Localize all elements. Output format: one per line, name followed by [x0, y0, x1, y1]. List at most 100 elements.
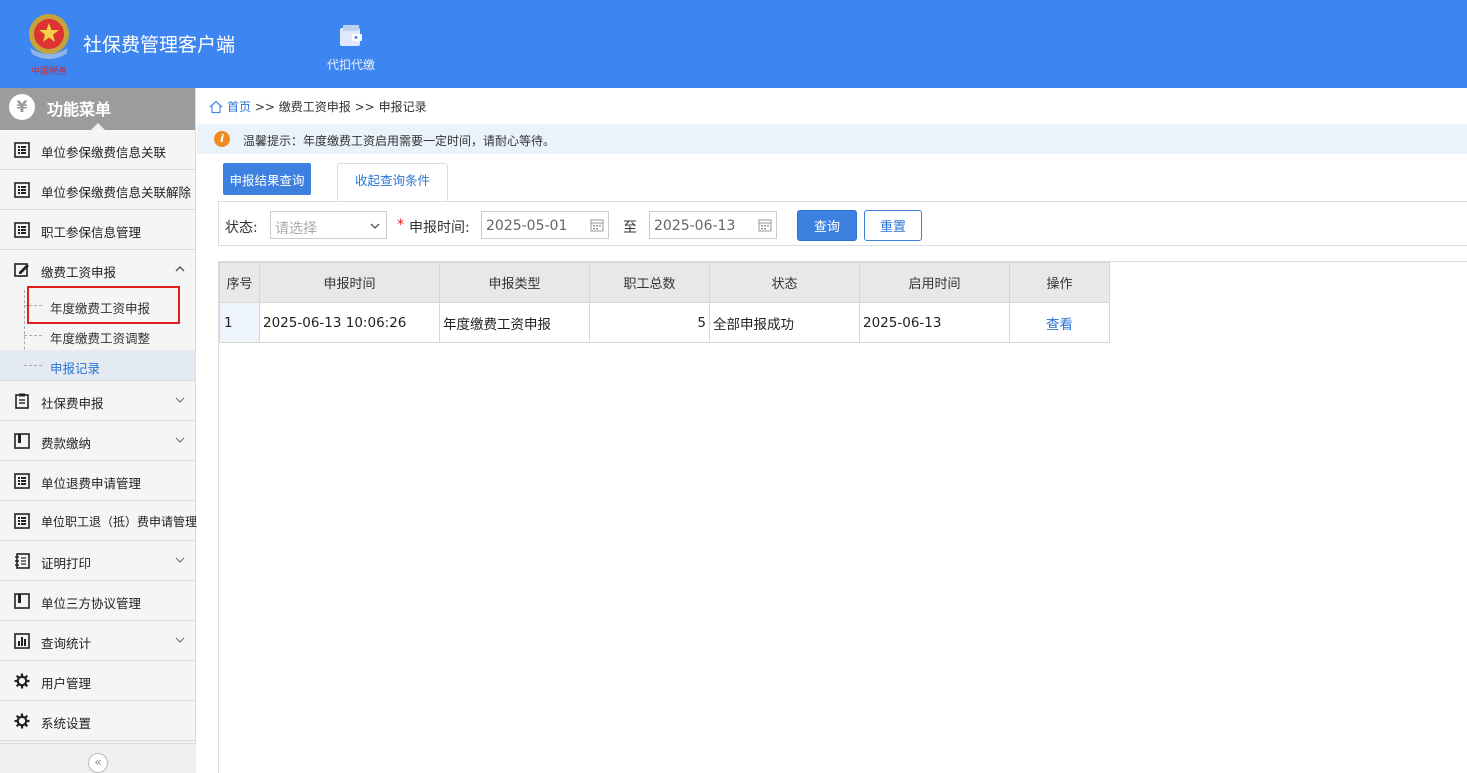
date-from-value: 2025-05-01 — [486, 218, 568, 234]
sidebar-item-label: 职工参保信息管理 — [41, 225, 142, 240]
list-icon — [14, 142, 30, 158]
status-select[interactable]: 请选择 — [270, 211, 387, 239]
yen-icon: ¥ — [9, 94, 35, 120]
sidebar-item-unit-link[interactable]: 单位参保缴费信息关联 — [0, 130, 195, 170]
breadcrumb-level2: 申报记录 — [378, 100, 427, 114]
column-header-action: 操作 — [1009, 262, 1110, 303]
list-icon — [14, 513, 30, 529]
breadcrumb-separator: >> — [254, 100, 275, 114]
nav-withholding[interactable]: 代扣代缴 — [318, 22, 384, 73]
chevron-down-icon — [175, 637, 185, 643]
sidebar-item-social-security-declaration[interactable]: 社保费申报 — [0, 381, 195, 421]
sidebar: ¥ 功能菜单 单位参保缴费信息关联 单位参保缴费信息关联解除 职工参保信息管理 … — [0, 88, 198, 773]
sidebar-item-unit-refund[interactable]: 单位退费申请管理 — [0, 461, 195, 501]
sidebar-item-label: 费款缴纳 — [41, 436, 92, 451]
tree-dash — [24, 335, 42, 336]
sidebar-item-label: 缴费工资申报 — [41, 265, 117, 280]
subitem-label: 年度缴费工资调整 — [50, 331, 151, 346]
subitem-annual-wage-adjustment[interactable]: 年度缴费工资调整 — [0, 320, 195, 350]
sidebar-item-system-settings[interactable]: 系统设置 — [0, 701, 195, 741]
wallet-icon — [340, 25, 362, 46]
list-icon — [14, 473, 30, 489]
view-link[interactable]: 查看 — [1046, 317, 1073, 333]
chart-icon — [14, 633, 30, 649]
sidebar-item-query-statistics[interactable]: 查询统计 — [0, 621, 195, 661]
calendar-icon[interactable] — [758, 218, 772, 232]
required-mark: * — [397, 217, 404, 233]
cell-start-time: 2025-06-13 — [859, 302, 1010, 343]
clipboard-icon — [15, 393, 29, 409]
column-header-type[interactable]: 申报类型 — [439, 262, 590, 303]
cell-status: 全部申报成功 — [709, 302, 860, 343]
sidebar-item-label: 单位职工退（抵）费申请管理 — [41, 515, 198, 529]
sidebar-item-label: 单位参保缴费信息关联解除 — [41, 185, 192, 200]
sidebar-item-label: 系统设置 — [41, 716, 92, 731]
cell-time: 2025-06-13 10:06:26 — [259, 302, 440, 343]
logo-text: 中国税务 — [31, 65, 67, 77]
sidebar-item-label: 证明打印 — [41, 556, 92, 571]
subitem-label: 年度缴费工资申报 — [50, 301, 151, 316]
notebook-icon — [15, 553, 30, 569]
sidebar-item-label: 用户管理 — [41, 676, 92, 691]
sidebar-item-wage-declaration[interactable]: 缴费工资申报 — [0, 250, 195, 290]
tax-emblem-icon: 中国税务 — [29, 14, 69, 77]
sidebar-item-employee-refund[interactable]: 单位职工退（抵）费申请管理 — [0, 501, 198, 541]
tab-collapse-conditions[interactable]: 收起查询条件 — [337, 163, 448, 202]
sidebar-item-employee-info[interactable]: 职工参保信息管理 — [0, 210, 195, 250]
cell-type: 年度缴费工资申报 — [439, 302, 590, 343]
tree-dash — [24, 365, 42, 366]
table-row[interactable]: 1 2025-06-13 10:06:26 年度缴费工资申报 5 全部申报成功 … — [219, 302, 1110, 343]
column-header-status[interactable]: 状态 — [709, 262, 860, 303]
sidebar-item-label: 单位退费申请管理 — [41, 476, 142, 491]
calendar-icon[interactable] — [590, 218, 604, 232]
app-header: 中国税务 社保费管理客户端 代扣代缴 — [0, 0, 1467, 88]
sidebar-item-label: 社保费申报 — [41, 396, 104, 411]
table-header-row: 序号 申报时间 申报类型 职工总数 状态 启用时间 操作 — [219, 262, 1110, 303]
result-area: 序号 申报时间 申报类型 职工总数 状态 启用时间 操作 1 2025-06-1… — [218, 261, 1467, 773]
list-icon — [14, 222, 30, 238]
subitem-declaration-records[interactable]: 申报记录 — [0, 350, 195, 380]
breadcrumb-separator: >> — [354, 100, 375, 114]
breadcrumb-home-link[interactable]: 首页 — [227, 100, 251, 114]
column-header-time[interactable]: 申报时间 — [259, 262, 440, 303]
gear-icon — [14, 713, 30, 729]
menu-header: ¥ 功能菜单 — [0, 88, 195, 131]
sidebar-item-fee-payment[interactable]: 费款缴纳 — [0, 421, 195, 461]
subitem-annual-wage-declaration[interactable]: 年度缴费工资申报 — [0, 290, 195, 320]
reset-button[interactable]: 重置 — [864, 210, 922, 241]
cell-count: 5 — [589, 302, 710, 343]
sidebar-item-label: 查询统计 — [41, 636, 92, 651]
menu-title: 功能菜单 — [47, 100, 112, 119]
sidebar-item-unit-unlink[interactable]: 单位参保缴费信息关联解除 — [0, 170, 195, 210]
column-header-start-time[interactable]: 启用时间 — [859, 262, 1010, 303]
sidebar-item-certificate-print[interactable]: 证明打印 — [0, 541, 195, 581]
subitem-label: 申报记录 — [50, 361, 101, 376]
status-label: 状态: — [225, 220, 258, 236]
gear-icon — [14, 673, 30, 689]
breadcrumb-level1: 缴费工资申报 — [278, 100, 351, 114]
book-icon — [14, 593, 30, 609]
tip-banner: i 温馨提示：年度缴费工资启用需要一定时间，请耐心等待。 — [197, 124, 1467, 154]
column-header-count[interactable]: 职工总数 — [589, 262, 710, 303]
chevron-down-icon — [175, 557, 185, 563]
records-table: 序号 申报时间 申报类型 职工总数 状态 启用时间 操作 1 2025-06-1… — [219, 262, 1110, 343]
status-placeholder: 请选择 — [275, 221, 317, 237]
tree-dash — [24, 305, 42, 306]
collapse-sidebar-button[interactable]: « — [88, 753, 108, 773]
sidebar-item-tripartite-agreement[interactable]: 单位三方协议管理 — [0, 581, 195, 621]
sidebar-item-user-management[interactable]: 用户管理 — [0, 661, 195, 701]
column-header-index[interactable]: 序号 — [219, 262, 260, 303]
info-icon: i — [214, 131, 230, 147]
chevron-down-icon — [370, 223, 380, 229]
result-query-button[interactable]: 申报结果查询 — [223, 163, 311, 195]
tip-text: 温馨提示：年度缴费工资启用需要一定时间，请耐心等待。 — [243, 134, 556, 148]
list-icon — [14, 182, 30, 198]
cell-action: 查看 — [1009, 302, 1110, 343]
date-from-input[interactable]: 2025-05-01 — [481, 211, 609, 239]
query-button[interactable]: 查询 — [797, 210, 857, 241]
filter-panel: 状态: 请选择 * 申报时间: 2025-05-01 至 2025-06-13 … — [218, 201, 1467, 246]
edit-icon — [14, 263, 29, 277]
nav-withholding-label: 代扣代缴 — [326, 58, 375, 72]
chevron-down-icon — [175, 437, 185, 443]
date-to-input[interactable]: 2025-06-13 — [649, 211, 777, 239]
